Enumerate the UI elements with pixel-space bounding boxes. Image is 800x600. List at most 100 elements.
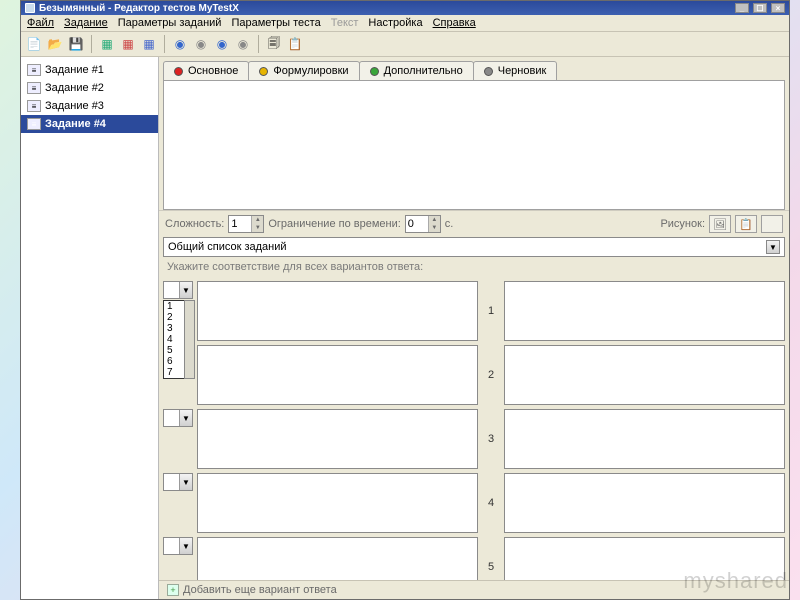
task-icon: ≡: [27, 82, 41, 94]
answer-right-box[interactable]: [504, 281, 785, 341]
task-sidebar: ≡Задание #1 ≡ Задание #2 ≡ Задание #3 ≡Задани…: [21, 57, 159, 599]
match-select[interactable]: ▼: [163, 409, 193, 427]
minimize-button[interactable]: _: [735, 3, 749, 13]
dropdown-icon[interactable]: ▼: [766, 240, 780, 254]
sidebar-item-label: Задание #4: [45, 118, 106, 130]
sidebar-item-task-2[interactable]: ≡ Задание #2: [21, 79, 158, 97]
picture-add-button[interactable]: 🖼: [709, 215, 731, 233]
answer-row: ▼4: [163, 473, 785, 533]
tab-1[interactable]: Формулировки: [248, 61, 359, 80]
answer-right-box[interactable]: [504, 537, 785, 580]
complexity-input[interactable]: [229, 216, 251, 232]
list-item[interactable]: 6: [164, 356, 184, 367]
tab-0[interactable]: Основное: [163, 61, 249, 80]
menu-task[interactable]: Задание: [64, 17, 108, 29]
list-item[interactable]: 5: [164, 345, 184, 356]
question-textarea[interactable]: [163, 80, 785, 210]
answer-number: 4: [482, 473, 500, 533]
new-icon[interactable]: 📄: [25, 35, 43, 53]
menu-help[interactable]: Справка: [433, 17, 476, 29]
spin-down-icon[interactable]: ▼: [251, 224, 263, 232]
list-item[interactable]: 7: [164, 367, 184, 378]
list-title: Общий список заданий: [168, 241, 287, 253]
list-item[interactable]: 2: [164, 312, 184, 323]
timelimit-label: Ограничение по времени:: [268, 218, 400, 230]
tab-bar: Основное Формулировки Дополнительно Чернови…: [159, 57, 789, 80]
chevron-down-icon[interactable]: ▼: [179, 538, 192, 554]
window-title: Безымянный - Редактор тестов MyTestX: [39, 3, 239, 14]
answers-area: ▼12345671▼2▼3▼4▼5: [159, 277, 789, 580]
picture-paste-button[interactable]: 📋: [735, 215, 757, 233]
match-select[interactable]: ▼: [163, 281, 193, 299]
save-icon[interactable]: 💾: [67, 35, 85, 53]
sidebar-item-task-4[interactable]: ≡Задание #4: [21, 115, 158, 133]
scrollbar[interactable]: [184, 300, 195, 379]
menu-text: Текст: [331, 17, 359, 29]
toolbar: 📄 📂 💾 ▦ ▦ ▦ ◉ ◉ ◉ ◉ 🗐 📋: [21, 32, 789, 57]
list-item[interactable]: 1: [164, 301, 184, 312]
timelimit-spinner[interactable]: ▲▼: [405, 215, 441, 233]
answer-left-box[interactable]: [197, 473, 478, 533]
del-task-icon[interactable]: ▦: [140, 35, 158, 53]
picture-clear-button[interactable]: [761, 215, 783, 233]
spin-up-icon[interactable]: ▲: [251, 216, 263, 224]
nav-prev-icon[interactable]: ◉: [192, 35, 210, 53]
paste-icon[interactable]: 📋: [286, 35, 304, 53]
dup-task-icon[interactable]: ▦: [119, 35, 137, 53]
tab-2[interactable]: Дополнительно: [359, 61, 474, 80]
list-item[interactable]: 4: [164, 334, 184, 345]
answer-row: ▼5: [163, 537, 785, 580]
sidebar-item-task-1[interactable]: ≡Задание #1: [21, 61, 158, 79]
menu-test-params[interactable]: Параметры теста: [231, 17, 320, 29]
tab-3[interactable]: Черновик: [473, 61, 558, 80]
sidebar-item-label: Задание #2: [45, 82, 104, 94]
titlebar[interactable]: Безымянный - Редактор тестов MyTestX _ ☐…: [21, 1, 789, 15]
match-select[interactable]: ▼: [163, 537, 193, 555]
chevron-down-icon[interactable]: ▼: [179, 282, 192, 298]
answer-row: ▼3: [163, 409, 785, 469]
answer-left-box[interactable]: [197, 345, 478, 405]
menu-task-params[interactable]: Параметры заданий: [118, 17, 222, 29]
sidebar-item-task-3[interactable]: ≡ Задание #3: [21, 97, 158, 115]
tab-label: Черновик: [498, 65, 547, 77]
add-answer-button[interactable]: + Добавить еще вариант ответа: [159, 580, 789, 599]
answer-number: 2: [482, 345, 500, 405]
menu-settings[interactable]: Настройка: [368, 17, 422, 29]
spin-down-icon[interactable]: ▼: [428, 224, 440, 232]
task-icon: ≡: [27, 100, 41, 112]
match-select[interactable]: ▼: [163, 473, 193, 491]
list-selector[interactable]: Общий список заданий ▼: [163, 237, 785, 257]
tab-label: Формулировки: [273, 65, 348, 77]
tab-dot-icon: [370, 67, 379, 76]
menu-file[interactable]: Файл: [27, 17, 54, 29]
spin-up-icon[interactable]: ▲: [428, 216, 440, 224]
complexity-spinner[interactable]: ▲▼: [228, 215, 264, 233]
answer-left-box[interactable]: [197, 537, 478, 580]
picture-label: Рисунок:: [660, 218, 705, 230]
timelimit-input[interactable]: [406, 216, 428, 232]
copy-icon[interactable]: 🗐: [265, 35, 283, 53]
maximize-button[interactable]: ☐: [753, 3, 767, 13]
nav-first-icon[interactable]: ◉: [171, 35, 189, 53]
close-button[interactable]: ×: [771, 3, 785, 13]
app-window: Безымянный - Редактор тестов MyTestX _ ☐…: [20, 0, 790, 600]
plus-icon: +: [167, 584, 179, 596]
nav-next-icon[interactable]: ◉: [213, 35, 231, 53]
answer-left-box[interactable]: [197, 281, 478, 341]
chevron-down-icon[interactable]: ▼: [179, 474, 192, 490]
add-task-icon[interactable]: ▦: [98, 35, 116, 53]
answer-right-box[interactable]: [504, 409, 785, 469]
list-item[interactable]: 3: [164, 323, 184, 334]
match-listbox[interactable]: 1234567: [163, 300, 185, 379]
app-icon: [25, 3, 35, 13]
answer-number: 3: [482, 409, 500, 469]
chevron-down-icon[interactable]: ▼: [179, 410, 192, 426]
answer-right-box[interactable]: [504, 345, 785, 405]
nav-last-icon[interactable]: ◉: [234, 35, 252, 53]
sidebar-item-label: Задание #3: [45, 100, 104, 112]
answer-number: 5: [482, 537, 500, 580]
open-icon[interactable]: 📂: [46, 35, 64, 53]
answer-left-box[interactable]: [197, 409, 478, 469]
tab-dot-icon: [484, 67, 493, 76]
answer-right-box[interactable]: [504, 473, 785, 533]
